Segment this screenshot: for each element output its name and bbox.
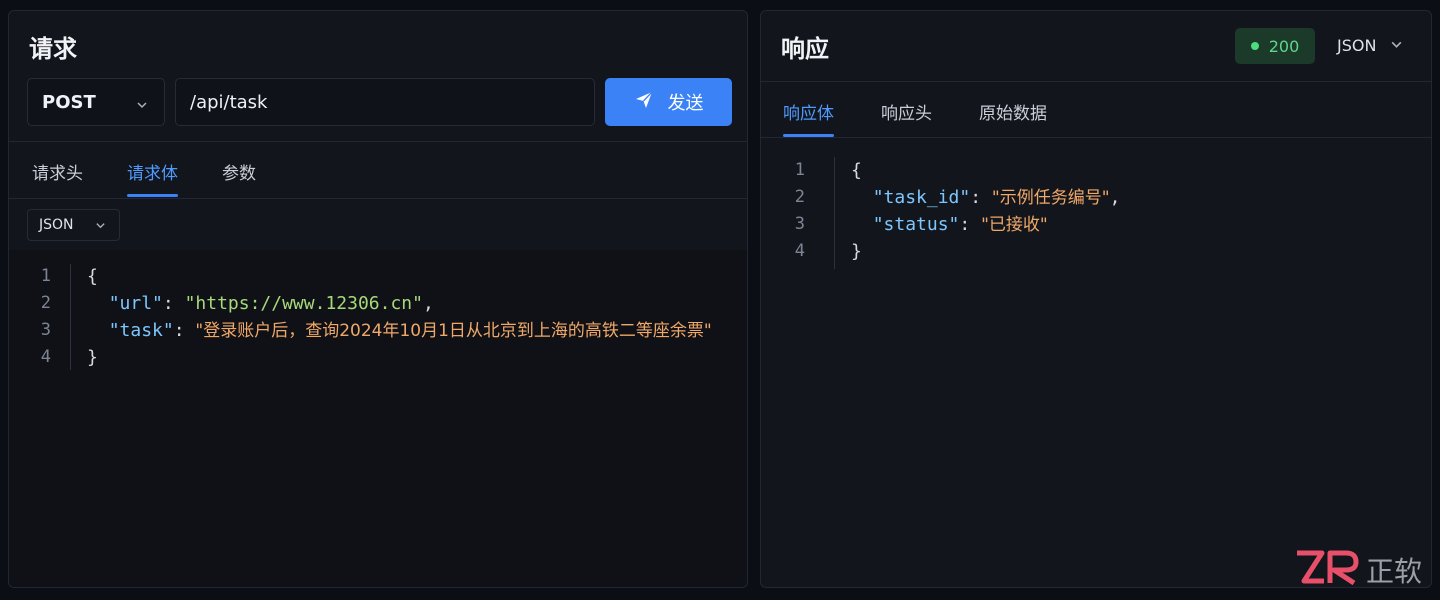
watermark: 正软 bbox=[1294, 548, 1434, 592]
line-numbers: 1 2 3 4 bbox=[783, 157, 805, 265]
code-line: { bbox=[851, 160, 862, 181]
response-format-select[interactable]: JSON bbox=[1337, 36, 1403, 55]
tab-params[interactable]: 参数 bbox=[222, 159, 256, 184]
tab-raw-data[interactable]: 原始数据 bbox=[979, 99, 1047, 124]
divider bbox=[9, 198, 747, 199]
paper-plane-icon bbox=[634, 90, 654, 115]
response-title: 响应 bbox=[781, 35, 829, 63]
json-key: "task_id" bbox=[872, 187, 971, 208]
response-tabs: 响应体 响应头 原始数据 bbox=[783, 99, 1047, 137]
request-title: 请求 bbox=[29, 35, 77, 63]
request-panel: 请求 POST 发送 请求头 请求体 参数 JSON 1 2 3 4 bbox=[8, 10, 748, 588]
gutter-divider bbox=[834, 157, 835, 269]
method-select[interactable]: POST bbox=[27, 78, 165, 126]
code-line: "task_id": "示例任务编号", bbox=[872, 187, 1121, 208]
tab-response-body[interactable]: 响应体 bbox=[783, 99, 834, 137]
code-line: "status": "已接收" bbox=[872, 214, 1048, 235]
request-code: { "url": "https://www.12306.cn", "task":… bbox=[87, 263, 712, 371]
request-tabs: 请求头 请求体 参数 bbox=[32, 159, 256, 197]
json-key: "status" bbox=[872, 214, 960, 235]
line-number: 4 bbox=[40, 347, 51, 367]
chevron-down-icon bbox=[95, 219, 106, 235]
send-button[interactable]: 发送 bbox=[605, 78, 732, 126]
divider bbox=[761, 137, 1431, 138]
url-input-wrapper[interactable] bbox=[175, 78, 595, 126]
zr-logo-icon bbox=[1294, 548, 1360, 592]
request-body-editor[interactable]: 1 2 3 4 { "url": "https://www.12306.cn",… bbox=[9, 250, 747, 587]
status-code: 200 bbox=[1268, 36, 1300, 56]
divider bbox=[761, 81, 1431, 82]
status-dot-icon bbox=[1250, 42, 1259, 50]
json-key: "task" bbox=[108, 320, 174, 341]
code-line: "task": "登录账户后，查询2024年10月1日从北京到上海的高铁二等座余… bbox=[108, 320, 712, 341]
json-string: "https://www.12306.cn" bbox=[184, 293, 423, 314]
line-number: 2 bbox=[794, 187, 805, 207]
response-format-value: JSON bbox=[1337, 36, 1377, 55]
line-number: 3 bbox=[794, 214, 805, 234]
body-format-select[interactable]: JSON bbox=[27, 209, 120, 241]
send-label: 发送 bbox=[667, 93, 704, 113]
gutter-divider bbox=[70, 264, 71, 370]
tab-response-headers[interactable]: 响应头 bbox=[881, 99, 932, 124]
status-badge: 200 bbox=[1235, 28, 1315, 64]
line-number: 2 bbox=[40, 293, 51, 313]
watermark-text: 正软 bbox=[1366, 555, 1423, 588]
tab-request-body[interactable]: 请求体 bbox=[127, 159, 178, 197]
code-line: "url": "https://www.12306.cn", bbox=[108, 293, 434, 314]
divider bbox=[9, 141, 747, 142]
code-line: } bbox=[851, 241, 862, 262]
line-number: 3 bbox=[40, 320, 51, 340]
json-string: "已接收" bbox=[981, 215, 1048, 235]
chevron-down-icon bbox=[1390, 36, 1403, 55]
code-line: } bbox=[87, 347, 98, 368]
line-numbers: 1 2 3 4 bbox=[31, 263, 51, 371]
response-code: { "task_id": "示例任务编号", "status": "已接收" } bbox=[851, 157, 1120, 265]
tab-request-headers[interactable]: 请求头 bbox=[32, 159, 83, 184]
json-key: "url" bbox=[108, 293, 163, 314]
line-number: 1 bbox=[40, 266, 51, 286]
response-panel: 响应 200 JSON 响应体 响应头 原始数据 1 2 3 4 { "task… bbox=[760, 10, 1432, 588]
line-number: 1 bbox=[794, 160, 805, 180]
method-value: POST bbox=[42, 91, 96, 113]
line-number: 4 bbox=[794, 241, 805, 261]
json-string: "示例任务编号" bbox=[991, 188, 1110, 208]
body-format-value: JSON bbox=[39, 217, 74, 233]
code-line: { bbox=[87, 266, 98, 287]
url-input[interactable] bbox=[190, 91, 594, 113]
json-string: "登录账户后，查询2024年10月1日从北京到上海的高铁二等座余票" bbox=[195, 321, 712, 341]
chevron-down-icon bbox=[136, 95, 148, 116]
